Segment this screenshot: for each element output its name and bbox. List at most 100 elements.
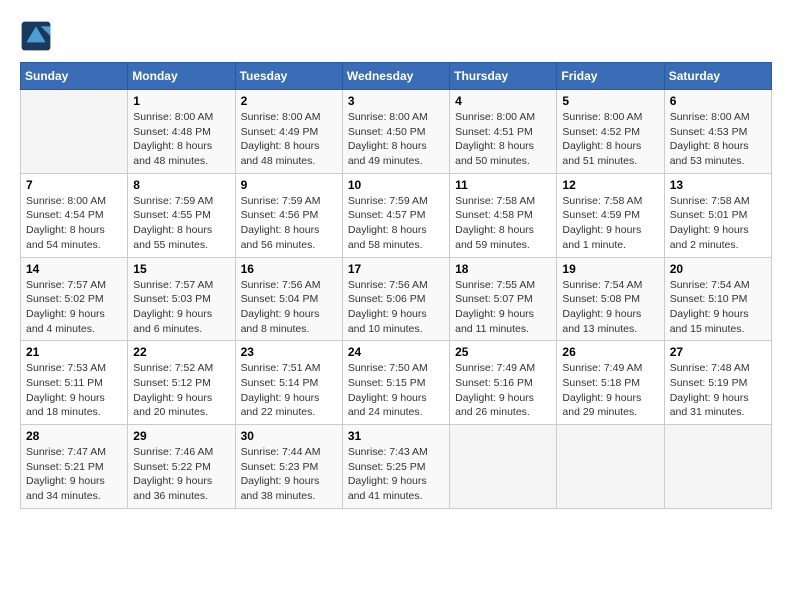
calendar-cell: 20Sunrise: 7:54 AM Sunset: 5:10 PM Dayli… [664,257,771,341]
calendar-cell: 19 Sunrise: 7:54 AM Sunset: 5:08 PM Dayli… [557,257,664,341]
day-number: 8 [133,178,229,192]
day-number: 10 [348,178,444,192]
weekday-header: Wednesday [342,63,449,90]
day-info: Sunrise: 7:57 AM Sunset: 5:02 PM Dayligh… [26,278,122,337]
calendar-cell [21,90,128,174]
calendar-cell: 31 Sunrise: 7:43 AM Sunset: 5:25 PM Dayli… [342,425,449,509]
day-number: 22 [133,345,229,359]
day-info: Sunrise: 7:51 AM Sunset: 5:14 PM Dayligh… [241,361,337,420]
calendar-week-row: 21 Sunrise: 7:53 AM Sunset: 5:11 PM Dayli… [21,341,772,425]
calendar-week-row: 7Sunrise: 8:00 AM Sunset: 4:54 PM Daylig… [21,173,772,257]
calendar-week-row: 14 Sunrise: 7:57 AM Sunset: 5:02 PM Dayli… [21,257,772,341]
logo [20,20,56,52]
calendar-cell: 7Sunrise: 8:00 AM Sunset: 4:54 PM Daylig… [21,173,128,257]
weekday-header: Thursday [450,63,557,90]
day-info: Sunrise: 7:53 AM Sunset: 5:11 PM Dayligh… [26,361,122,420]
weekday-header-row: SundayMondayTuesdayWednesdayThursdayFrid… [21,63,772,90]
day-number: 9 [241,178,337,192]
day-info: Sunrise: 7:55 AM Sunset: 5:07 PM Dayligh… [455,278,551,337]
calendar-cell: 26 Sunrise: 7:49 AM Sunset: 5:18 PM Dayli… [557,341,664,425]
calendar-cell: 14 Sunrise: 7:57 AM Sunset: 5:02 PM Dayli… [21,257,128,341]
calendar-table: SundayMondayTuesdayWednesdayThursdayFrid… [20,62,772,509]
day-info: Sunrise: 7:58 AM Sunset: 4:58 PM Dayligh… [455,194,551,253]
day-info: Sunrise: 7:46 AM Sunset: 5:22 PM Dayligh… [133,445,229,504]
calendar-cell: 11 Sunrise: 7:58 AM Sunset: 4:58 PM Dayli… [450,173,557,257]
day-number: 18 [455,262,551,276]
day-info: Sunrise: 7:44 AM Sunset: 5:23 PM Dayligh… [241,445,337,504]
day-number: 17 [348,262,444,276]
calendar-cell: 8 Sunrise: 7:59 AM Sunset: 4:55 PM Daylig… [128,173,235,257]
day-number: 11 [455,178,551,192]
day-number: 1 [133,94,229,108]
day-info: Sunrise: 7:56 AM Sunset: 5:06 PM Dayligh… [348,278,444,337]
weekday-header: Friday [557,63,664,90]
day-info: Sunrise: 7:59 AM Sunset: 4:55 PM Dayligh… [133,194,229,253]
day-number: 30 [241,429,337,443]
day-number: 27 [670,345,766,359]
day-info: Sunrise: 7:59 AM Sunset: 4:56 PM Dayligh… [241,194,337,253]
page-header [20,20,772,52]
day-number: 21 [26,345,122,359]
calendar-cell: 21 Sunrise: 7:53 AM Sunset: 5:11 PM Dayli… [21,341,128,425]
calendar-cell [557,425,664,509]
calendar-cell [450,425,557,509]
day-info: Sunrise: 7:43 AM Sunset: 5:25 PM Dayligh… [348,445,444,504]
day-info: Sunrise: 8:00 AM Sunset: 4:53 PM Dayligh… [670,110,766,169]
day-number: 6 [670,94,766,108]
day-number: 23 [241,345,337,359]
weekday-header: Sunday [21,63,128,90]
day-info: Sunrise: 7:49 AM Sunset: 5:16 PM Dayligh… [455,361,551,420]
calendar-cell: 6 Sunrise: 8:00 AM Sunset: 4:53 PM Daylig… [664,90,771,174]
day-number: 26 [562,345,658,359]
calendar-cell: 10 Sunrise: 7:59 AM Sunset: 4:57 PM Dayli… [342,173,449,257]
calendar-cell: 17 Sunrise: 7:56 AM Sunset: 5:06 PM Dayli… [342,257,449,341]
calendar-cell [664,425,771,509]
day-number: 4 [455,94,551,108]
calendar-cell: 2 Sunrise: 8:00 AM Sunset: 4:49 PM Daylig… [235,90,342,174]
calendar-week-row: 28Sunrise: 7:47 AM Sunset: 5:21 PM Dayli… [21,425,772,509]
calendar-cell: 3Sunrise: 8:00 AM Sunset: 4:50 PM Daylig… [342,90,449,174]
day-info: Sunrise: 7:59 AM Sunset: 4:57 PM Dayligh… [348,194,444,253]
weekday-header: Monday [128,63,235,90]
day-number: 14 [26,262,122,276]
day-number: 7 [26,178,122,192]
calendar-cell: 23 Sunrise: 7:51 AM Sunset: 5:14 PM Dayli… [235,341,342,425]
day-info: Sunrise: 8:00 AM Sunset: 4:48 PM Dayligh… [133,110,229,169]
day-number: 31 [348,429,444,443]
calendar-cell: 25 Sunrise: 7:49 AM Sunset: 5:16 PM Dayli… [450,341,557,425]
day-info: Sunrise: 7:54 AM Sunset: 5:08 PM Dayligh… [562,278,658,337]
calendar-week-row: 1 Sunrise: 8:00 AM Sunset: 4:48 PM Daylig… [21,90,772,174]
day-number: 13 [670,178,766,192]
day-info: Sunrise: 7:52 AM Sunset: 5:12 PM Dayligh… [133,361,229,420]
calendar-cell: 16Sunrise: 7:56 AM Sunset: 5:04 PM Dayli… [235,257,342,341]
day-number: 28 [26,429,122,443]
day-number: 25 [455,345,551,359]
logo-icon [20,20,52,52]
calendar-cell: 13 Sunrise: 7:58 AM Sunset: 5:01 PM Dayli… [664,173,771,257]
day-number: 2 [241,94,337,108]
day-info: Sunrise: 7:58 AM Sunset: 5:01 PM Dayligh… [670,194,766,253]
day-info: Sunrise: 7:58 AM Sunset: 4:59 PM Dayligh… [562,194,658,253]
day-info: Sunrise: 7:50 AM Sunset: 5:15 PM Dayligh… [348,361,444,420]
day-info: Sunrise: 8:00 AM Sunset: 4:50 PM Dayligh… [348,110,444,169]
day-number: 29 [133,429,229,443]
day-info: Sunrise: 8:00 AM Sunset: 4:52 PM Dayligh… [562,110,658,169]
day-number: 16 [241,262,337,276]
calendar-cell: 27Sunrise: 7:48 AM Sunset: 5:19 PM Dayli… [664,341,771,425]
calendar-cell: 24 Sunrise: 7:50 AM Sunset: 5:15 PM Dayli… [342,341,449,425]
day-number: 24 [348,345,444,359]
weekday-header: Saturday [664,63,771,90]
day-info: Sunrise: 8:00 AM Sunset: 4:51 PM Dayligh… [455,110,551,169]
day-info: Sunrise: 7:49 AM Sunset: 5:18 PM Dayligh… [562,361,658,420]
calendar-cell: 5 Sunrise: 8:00 AM Sunset: 4:52 PM Daylig… [557,90,664,174]
calendar-header: SundayMondayTuesdayWednesdayThursdayFrid… [21,63,772,90]
calendar-cell: 29 Sunrise: 7:46 AM Sunset: 5:22 PM Dayli… [128,425,235,509]
day-info: Sunrise: 8:00 AM Sunset: 4:49 PM Dayligh… [241,110,337,169]
day-number: 19 [562,262,658,276]
calendar-cell: 28Sunrise: 7:47 AM Sunset: 5:21 PM Dayli… [21,425,128,509]
calendar-cell: 9 Sunrise: 7:59 AM Sunset: 4:56 PM Daylig… [235,173,342,257]
calendar-cell: 1 Sunrise: 8:00 AM Sunset: 4:48 PM Daylig… [128,90,235,174]
day-number: 5 [562,94,658,108]
day-number: 15 [133,262,229,276]
calendar-cell: 4 Sunrise: 8:00 AM Sunset: 4:51 PM Daylig… [450,90,557,174]
